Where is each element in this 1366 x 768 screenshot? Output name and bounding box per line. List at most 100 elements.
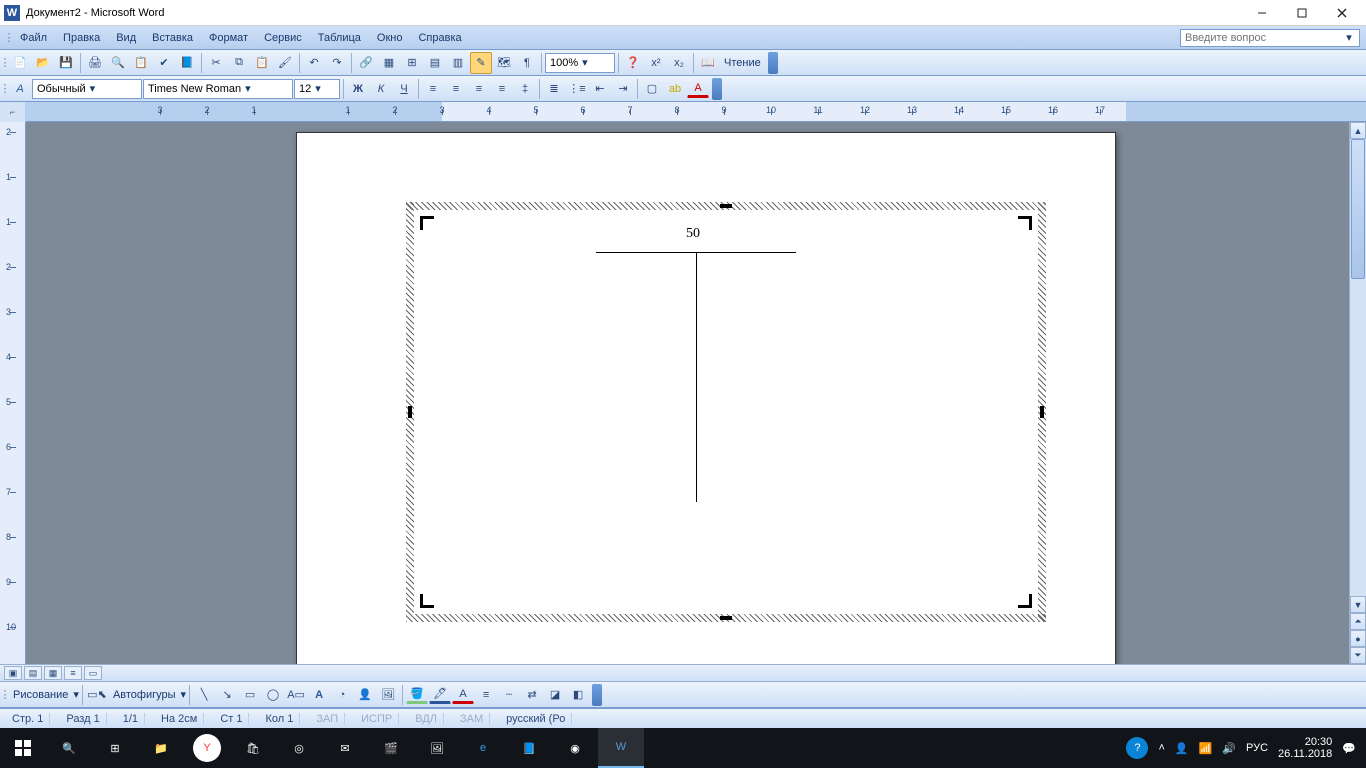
next-page-icon[interactable]: ⏷ (1350, 647, 1366, 664)
toolbar-overflow-icon[interactable] (712, 78, 722, 100)
toolbar-grip-icon[interactable]: ⋮ (2, 78, 8, 100)
cut-icon[interactable]: ✂ (205, 52, 227, 74)
app-icon[interactable]: 📘 (506, 728, 552, 768)
wifi-icon[interactable]: 📶 (1199, 742, 1213, 755)
crop-corner-icon[interactable] (1018, 216, 1032, 230)
help-icon[interactable]: ❓ (622, 52, 644, 74)
menu-format[interactable]: Формат (201, 30, 256, 46)
chevron-down-icon[interactable]: ▾ (245, 82, 251, 95)
help-tray-icon[interactable]: ? (1126, 737, 1148, 759)
oval-icon[interactable]: ◯ (262, 684, 284, 706)
scroll-up-icon[interactable]: ▲ (1350, 122, 1366, 139)
undo-icon[interactable]: ↶ (303, 52, 325, 74)
chevron-down-icon[interactable]: ▾ (1343, 31, 1355, 44)
status-ovr[interactable]: ЗАМ (454, 713, 490, 725)
bulleted-list-icon[interactable]: ⋮≡ (566, 78, 588, 100)
scroll-down-icon[interactable]: ▼ (1350, 596, 1366, 613)
crop-corner-icon[interactable] (420, 216, 434, 230)
hp-icon[interactable]: ◎ (276, 728, 322, 768)
resize-handle[interactable] (408, 406, 412, 418)
save-icon[interactable]: 💾 (55, 52, 77, 74)
open-icon[interactable]: 📂 (32, 52, 54, 74)
people-icon[interactable]: 👤 (1175, 742, 1189, 755)
vertical-ruler[interactable]: 211234567891011 (0, 122, 26, 664)
font-color-icon[interactable]: A (452, 685, 474, 704)
insert-table-icon[interactable]: ⊞ (401, 52, 423, 74)
word-taskbar-icon[interactable]: W (598, 728, 644, 768)
numbered-list-icon[interactable]: ≣ (543, 78, 565, 100)
subscript-icon[interactable]: x₂ (668, 52, 690, 74)
show-marks-icon[interactable]: ¶ (516, 52, 538, 74)
copy-icon[interactable]: ⧉ (228, 52, 250, 74)
status-language[interactable]: русский (Ро (500, 713, 572, 725)
styles-pane-icon[interactable]: A (9, 78, 31, 100)
drawing-canvas[interactable]: 50 (406, 202, 1046, 622)
close-button[interactable] (1322, 0, 1362, 26)
taskbar-clock[interactable]: 20:30 26.11.2018 (1278, 736, 1332, 760)
zoom-combo[interactable]: 100%▾ (545, 53, 615, 73)
clipart-icon[interactable]: 👤 (354, 684, 376, 706)
document-scroll-area[interactable]: 50 ▲ ▼ ⏶ ● ⏷ (26, 122, 1366, 664)
chevron-down-icon[interactable]: ▾ (582, 56, 588, 69)
style-combo[interactable]: Обычный▾ (32, 79, 142, 99)
toolbar-overflow-icon[interactable] (592, 684, 602, 706)
chevron-down-icon[interactable]: ▾ (90, 82, 96, 95)
borders-icon[interactable]: ▢ (641, 78, 663, 100)
reading-layout-icon[interactable]: ▭ (84, 666, 102, 680)
align-left-icon[interactable]: ≡ (422, 78, 444, 100)
decrease-indent-icon[interactable]: ⇤ (589, 78, 611, 100)
menu-table[interactable]: Таблица (310, 30, 369, 46)
edge-icon[interactable]: e (460, 728, 506, 768)
toolbar-grip-icon[interactable]: ⋮ (2, 684, 8, 706)
vertical-scrollbar[interactable]: ▲ ▼ ⏶ ● ⏷ (1349, 122, 1366, 664)
redo-icon[interactable]: ↷ (326, 52, 348, 74)
drawing-text[interactable]: 50 (686, 226, 700, 242)
print-preview-icon[interactable]: 🔍 (107, 52, 129, 74)
drawing-menu[interactable]: Рисование (9, 689, 72, 701)
yandex-icon[interactable]: Y (193, 734, 221, 762)
menu-file[interactable]: Файл (12, 30, 55, 46)
toolbar-grip-icon[interactable]: ⋮ (2, 52, 8, 74)
bold-icon[interactable]: Ж (347, 78, 369, 100)
highlight-icon[interactable]: ab (664, 78, 686, 100)
menu-insert[interactable]: Вставка (144, 30, 201, 46)
shadow-icon[interactable]: ◪ (544, 684, 566, 706)
align-right-icon[interactable]: ≡ (468, 78, 490, 100)
drawing-line[interactable] (696, 252, 697, 502)
arrow-icon[interactable]: ↘ (216, 684, 238, 706)
arrow-style-icon[interactable]: ⇄ (521, 684, 543, 706)
print-layout-icon[interactable]: ▦ (44, 666, 62, 680)
justify-icon[interactable]: ≡ (491, 78, 513, 100)
format-painter-icon[interactable]: 🖌 (274, 52, 296, 74)
new-doc-icon[interactable]: 📄 (9, 52, 31, 74)
resize-handle[interactable] (1040, 406, 1044, 418)
outline-view-icon[interactable]: ≡ (64, 666, 82, 680)
excel-icon[interactable]: ▤ (424, 52, 446, 74)
doc-map-icon[interactable]: 🗺 (493, 52, 515, 74)
ask-box[interactable]: ▾ (1180, 29, 1360, 47)
diagram-icon[interactable]: ◔ (331, 684, 353, 706)
3d-icon[interactable]: ◧ (567, 684, 589, 706)
scroll-track[interactable] (1350, 139, 1366, 596)
increase-indent-icon[interactable]: ⇥ (612, 78, 634, 100)
spellcheck-icon[interactable]: ✔ (153, 52, 175, 74)
menu-tools[interactable]: Сервис (256, 30, 310, 46)
photos-icon[interactable]: 🖼 (414, 728, 460, 768)
print-icon[interactable]: 🖨 (84, 52, 106, 74)
menu-help[interactable]: Справка (410, 30, 469, 46)
line-spacing-icon[interactable]: ‡ (514, 78, 536, 100)
menu-view[interactable]: Вид (108, 30, 144, 46)
status-trk[interactable]: ИСПР (355, 713, 399, 725)
prev-page-icon[interactable]: ⏶ (1350, 613, 1366, 630)
start-button[interactable] (0, 728, 46, 768)
status-ext[interactable]: ВДЛ (409, 713, 444, 725)
wordart-icon[interactable]: A (308, 684, 330, 706)
superscript-icon[interactable]: x² (645, 52, 667, 74)
tables-borders-icon[interactable]: ▦ (378, 52, 400, 74)
line-style-icon[interactable]: ≡ (475, 684, 497, 706)
resize-handle[interactable] (720, 204, 732, 208)
maximize-button[interactable] (1282, 0, 1322, 26)
horizontal-ruler[interactable]: 3211234567891011121314151617 (26, 102, 1366, 121)
read-label[interactable]: Чтение (720, 57, 765, 69)
crop-corner-icon[interactable] (420, 594, 434, 608)
